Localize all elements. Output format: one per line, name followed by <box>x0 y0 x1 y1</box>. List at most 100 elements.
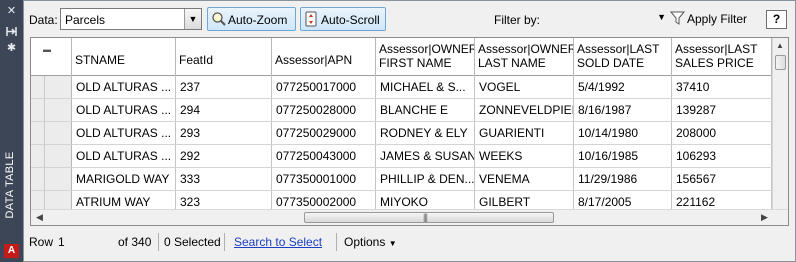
auto-scroll-button[interactable]: Auto-Scroll <box>300 7 386 31</box>
close-icon[interactable]: ✕ <box>5 5 18 18</box>
table-cell[interactable]: RODNEY & ELY <box>376 122 475 144</box>
scroll-right-icon[interactable]: ▶ <box>761 212 768 223</box>
column-header-label: FeatId <box>179 53 214 67</box>
table-row[interactable]: OLD ALTURAS ... 294 077250028000 BLANCHE EZ… <box>31 99 772 122</box>
data-source-value: Parcels <box>65 13 106 27</box>
zoom-icon <box>212 12 226 26</box>
search-to-select-link[interactable]: Search to Select <box>234 235 322 249</box>
scroll-up-icon[interactable]: ▲ <box>776 41 784 50</box>
table-cell[interactable]: ZONNEVELDPIEK <box>475 99 574 121</box>
vertical-scroll-thumb[interactable] <box>775 55 786 70</box>
chevron-down-icon[interactable]: ▼ <box>657 12 666 22</box>
table-cell[interactable]: VENEMA <box>475 168 574 190</box>
sort-icon: ▬ <box>43 45 51 54</box>
horizontal-scrollbar[interactable]: ◀ ||| ▶ <box>31 209 788 225</box>
table-cell[interactable]: 077350001000 <box>272 168 376 190</box>
auto-zoom-button[interactable]: Auto-Zoom <box>207 7 296 31</box>
column-header-label: Assessor|OWNER FIRST NAME <box>379 42 475 70</box>
table-cell[interactable]: 10/16/1985 <box>574 145 672 167</box>
table-cell[interactable]: 077250029000 <box>272 122 376 144</box>
row-selector[interactable] <box>31 122 72 144</box>
column-header-label: Assessor|LAST SOLD DATE <box>577 42 660 70</box>
select-all-header[interactable]: ▬ <box>31 38 72 76</box>
row-selector-indent <box>39 168 45 190</box>
settings-icon[interactable]: ✱ <box>5 42 18 55</box>
pin-icon[interactable] <box>5 25 18 38</box>
vertical-scrollbar[interactable]: ▲ <box>772 38 788 211</box>
row-selector[interactable] <box>31 145 72 167</box>
table-cell[interactable]: 077250043000 <box>272 145 376 167</box>
table-cell[interactable]: 077250028000 <box>272 99 376 121</box>
table-cell[interactable]: 333 <box>176 168 272 190</box>
row-selector-indent <box>39 99 45 121</box>
row-count: of 340 <box>118 235 152 249</box>
table-cell[interactable]: PHILLIP & DEN... <box>376 168 475 190</box>
status-bar: Row 1 of 340 0 Selected Search to Select… <box>24 230 795 256</box>
column-header[interactable]: Assessor|LAST SOLD DATE <box>574 38 672 76</box>
table-cell[interactable]: 208000 <box>672 122 772 144</box>
table-row[interactable]: OLD ALTURAS ... 237 077250017000 MICHAEL & … <box>31 76 772 99</box>
table-cell[interactable]: OLD ALTURAS ... <box>72 76 176 98</box>
table-cell[interactable]: OLD ALTURAS ... <box>72 122 176 144</box>
row-number-input[interactable]: 1 <box>54 233 114 251</box>
column-header-label: Assessor|OWNER LAST NAME <box>478 42 574 70</box>
table-cell[interactable]: 106293 <box>672 145 772 167</box>
options-menu[interactable]: Options ▼ <box>344 235 397 249</box>
column-header[interactable]: Assessor|LAST SALES PRICE <box>672 38 772 76</box>
autodesk-logo-icon: A <box>4 244 19 258</box>
column-header[interactable]: STNAME <box>72 38 176 76</box>
column-header[interactable]: Assessor|APN <box>272 38 376 76</box>
table-cell[interactable]: 8/16/1987 <box>574 99 672 121</box>
row-selector[interactable] <box>31 76 72 98</box>
table-cell[interactable]: VOGEL <box>475 76 574 98</box>
column-header[interactable]: Assessor|OWNER FIRST NAME <box>376 38 475 76</box>
table-cell[interactable]: 077250017000 <box>272 76 376 98</box>
table-row[interactable]: MARIGOLD WAY 333 077350001000 PHILLIP & DEN… <box>31 168 772 191</box>
divider <box>336 233 337 251</box>
column-header[interactable]: Assessor|OWNER LAST NAME <box>475 38 574 76</box>
table-cell[interactable]: OLD ALTURAS ... <box>72 99 176 121</box>
table-cell[interactable]: 294 <box>176 99 272 121</box>
table-cell[interactable]: MARIGOLD WAY <box>72 168 176 190</box>
apply-filter-label: Apply Filter <box>687 12 748 26</box>
divider <box>158 233 159 251</box>
table-cell[interactable]: 5/4/1992 <box>574 76 672 98</box>
table-cell[interactable]: JAMES & SUSAN <box>376 145 475 167</box>
row-selector-indent <box>39 145 45 167</box>
row-selector[interactable] <box>31 99 72 121</box>
help-button[interactable]: ? <box>766 10 787 29</box>
data-label: Data: <box>29 13 58 27</box>
table-row[interactable]: OLD ALTURAS ... 292 077250043000 JAMES & SU… <box>31 145 772 168</box>
table-cell[interactable]: 237 <box>176 76 272 98</box>
column-header-label: STNAME <box>75 53 126 67</box>
horizontal-scroll-thumb[interactable]: ||| <box>304 212 554 223</box>
table-cell[interactable]: OLD ALTURAS ... <box>72 145 176 167</box>
auto-scroll-label: Auto-Scroll <box>321 13 380 27</box>
table-cell[interactable]: 139287 <box>672 99 772 121</box>
column-header[interactable]: FeatId <box>176 38 272 76</box>
table-cell[interactable]: MICHAEL & S... <box>376 76 475 98</box>
table-cell[interactable]: 156567 <box>672 168 772 190</box>
data-source-dropdown[interactable]: Parcels ▼ <box>60 8 202 30</box>
data-table-window: Data: Parcels ▼ Auto-Zoom Auto-Scroll Fi… <box>23 0 796 262</box>
palette-sidebar: ✕ ✱ DATA TABLE A <box>0 0 23 262</box>
table-cell[interactable]: 292 <box>176 145 272 167</box>
table-cell[interactable]: BLANCHE E <box>376 99 475 121</box>
auto-zoom-label: Auto-Zoom <box>228 13 288 27</box>
table-cell[interactable]: 37410 <box>672 76 772 98</box>
data-grid: ▬ STNAME FeatId Assessor|APN Assessor|OW… <box>30 37 789 226</box>
table-cell[interactable]: GUARIENTI <box>475 122 574 144</box>
table-cell[interactable]: 11/29/1986 <box>574 168 672 190</box>
row-selector-indent <box>39 122 45 144</box>
row-selector[interactable] <box>31 168 72 190</box>
filter-dropdown[interactable]: ▼ <box>570 10 666 28</box>
scroll-left-icon[interactable]: ◀ <box>36 212 43 223</box>
table-row[interactable]: OLD ALTURAS ... 293 077250029000 RODNEY & E… <box>31 122 772 145</box>
palette-title: DATA TABLE <box>4 151 16 219</box>
chevron-down-icon: ▼ <box>388 239 397 248</box>
selected-count: 0 Selected <box>164 235 221 249</box>
chevron-down-icon[interactable]: ▼ <box>184 9 201 29</box>
table-cell[interactable]: 10/14/1980 <box>574 122 672 144</box>
table-cell[interactable]: WEEKS <box>475 145 574 167</box>
table-cell[interactable]: 293 <box>176 122 272 144</box>
